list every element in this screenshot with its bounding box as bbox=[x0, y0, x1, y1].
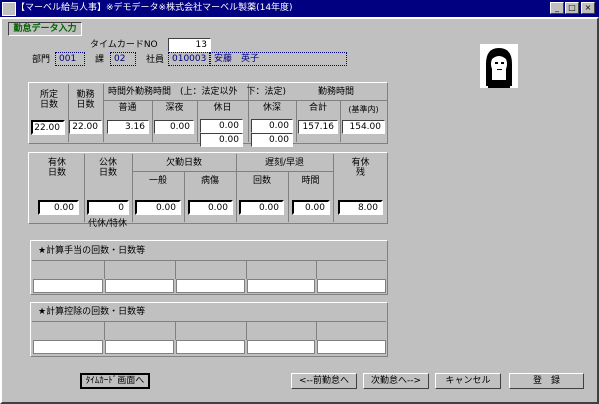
deduction-title: ★計算控除の回数・日数等 bbox=[38, 307, 146, 317]
holiday-late-overtime-field[interactable]: 0.00 bbox=[251, 119, 293, 133]
window-title: 【マーベル給与人事】※デモデータ※株式会社マーベル製薬(14年度) bbox=[16, 3, 293, 13]
holiday-header: 休日 bbox=[213, 103, 232, 113]
allowance-cell[interactable] bbox=[176, 279, 245, 293]
dept-field[interactable]: 001 bbox=[55, 52, 85, 66]
employee-photo bbox=[480, 44, 518, 88]
cancel-button[interactable]: キャンセル bbox=[435, 373, 501, 389]
prev-record-button[interactable]: <--前勤怠へ bbox=[291, 373, 357, 389]
late-early-header: 遅刻/早退 bbox=[264, 158, 305, 168]
absence-sick-header: 病傷 bbox=[200, 176, 219, 186]
paid-leave-field[interactable]: 0.00 bbox=[38, 200, 79, 215]
divider bbox=[246, 322, 247, 340]
paid-leave-header: 有休 日数 bbox=[47, 158, 66, 178]
allowance-cell[interactable] bbox=[105, 279, 174, 293]
total-hours-field[interactable]: 157.16 bbox=[298, 120, 338, 134]
divider bbox=[175, 261, 176, 279]
timecard-label: タイムカードNO bbox=[90, 40, 158, 50]
scheduled-days-header: 所定 日数 bbox=[39, 90, 58, 110]
holiday-late-legal-field[interactable]: 0.00 bbox=[251, 133, 293, 147]
worked-days-header: 勤務 日数 bbox=[76, 90, 95, 110]
divider bbox=[175, 322, 176, 340]
divider bbox=[32, 260, 386, 261]
allowance-title: ★計算手当の回数・日数等 bbox=[38, 246, 146, 256]
late-time-field[interactable]: 0.00 bbox=[292, 200, 330, 215]
maximize-button[interactable]: □ bbox=[565, 2, 579, 14]
register-button[interactable]: 登 録 bbox=[509, 373, 584, 389]
late-night-header: 深夜 bbox=[165, 103, 184, 113]
employee-code-field[interactable]: 010003 bbox=[168, 52, 210, 66]
divider bbox=[103, 100, 387, 101]
absence-general-header: 一般 bbox=[148, 176, 167, 186]
holiday-overtime-field[interactable]: 0.00 bbox=[200, 119, 243, 133]
timecard-screen-button[interactable]: ﾀｲﾑｶｰﾄﾞ画面へ bbox=[80, 373, 150, 389]
absence-general-field[interactable]: 0.00 bbox=[135, 200, 181, 215]
screen-title-badge: 勤怠データ入力 bbox=[8, 22, 82, 36]
normal-header: 普通 bbox=[118, 103, 137, 113]
divider bbox=[132, 171, 333, 172]
late-night-overtime-field[interactable]: 0.00 bbox=[154, 120, 194, 134]
late-time-header: 時間 bbox=[301, 176, 320, 186]
public-holiday-header: 公休 日数 bbox=[98, 158, 117, 178]
public-holiday-field[interactable]: 0 bbox=[87, 200, 129, 215]
employee-label: 社員 bbox=[146, 55, 165, 65]
divider bbox=[316, 261, 317, 279]
absence-sick-field[interactable]: 0.00 bbox=[188, 200, 233, 215]
overtime-header: 時間外勤務時間 (上：法定以外 下：法定) bbox=[108, 87, 287, 97]
deduction-cell[interactable] bbox=[33, 340, 103, 354]
next-record-button[interactable]: 次勤怠へ--> bbox=[363, 373, 429, 389]
title-bar: 【マーベル給与人事】※デモデータ※株式会社マーベル製薬(14年度) _ □ × bbox=[0, 0, 599, 17]
late-count-field[interactable]: 0.00 bbox=[239, 200, 284, 215]
holiday-late-header: 休深 bbox=[262, 103, 281, 113]
normal-overtime-field[interactable]: 3.16 bbox=[107, 120, 149, 134]
divider bbox=[32, 321, 386, 322]
employee-name-field: 安藤 英子 bbox=[210, 52, 347, 66]
deduction-cell[interactable] bbox=[176, 340, 245, 354]
allowance-cell[interactable] bbox=[317, 279, 386, 293]
scheduled-days-field[interactable]: 22.00 bbox=[31, 120, 65, 135]
standard-header: (基準内) bbox=[348, 105, 379, 114]
holiday-legal-field[interactable]: 0.00 bbox=[200, 133, 243, 147]
divider bbox=[104, 322, 105, 340]
standard-hours-field[interactable]: 154.00 bbox=[342, 120, 385, 134]
app-icon[interactable] bbox=[2, 2, 16, 16]
allowance-cell[interactable] bbox=[247, 279, 315, 293]
dept-label: 部門 bbox=[32, 55, 51, 65]
close-button[interactable]: × bbox=[581, 2, 595, 14]
divider bbox=[316, 322, 317, 340]
section-field[interactable]: 02 bbox=[110, 52, 136, 66]
paid-leave-remaining-field[interactable]: 8.00 bbox=[338, 200, 383, 215]
allowance-cell[interactable] bbox=[33, 279, 103, 293]
work-hours-header: 勤務時間 bbox=[318, 87, 355, 97]
deduction-cell[interactable] bbox=[317, 340, 386, 354]
total-header: 合計 bbox=[308, 103, 327, 113]
deduction-cell[interactable] bbox=[247, 340, 315, 354]
minimize-button[interactable]: _ bbox=[550, 2, 564, 14]
divider bbox=[104, 261, 105, 279]
absence-header: 欠勤日数 bbox=[165, 158, 202, 168]
timecard-field[interactable]: 13 bbox=[168, 38, 211, 52]
substitute-leave-label: 代休/特休 bbox=[88, 219, 128, 229]
paid-leave-remaining-header: 有休 残 bbox=[351, 158, 370, 178]
late-count-header: 回数 bbox=[252, 176, 271, 186]
portrait-image bbox=[480, 44, 518, 88]
section-label: 課 bbox=[95, 55, 105, 65]
worked-days-field[interactable]: 22.00 bbox=[69, 120, 102, 134]
deduction-cell[interactable] bbox=[105, 340, 174, 354]
divider bbox=[246, 261, 247, 279]
